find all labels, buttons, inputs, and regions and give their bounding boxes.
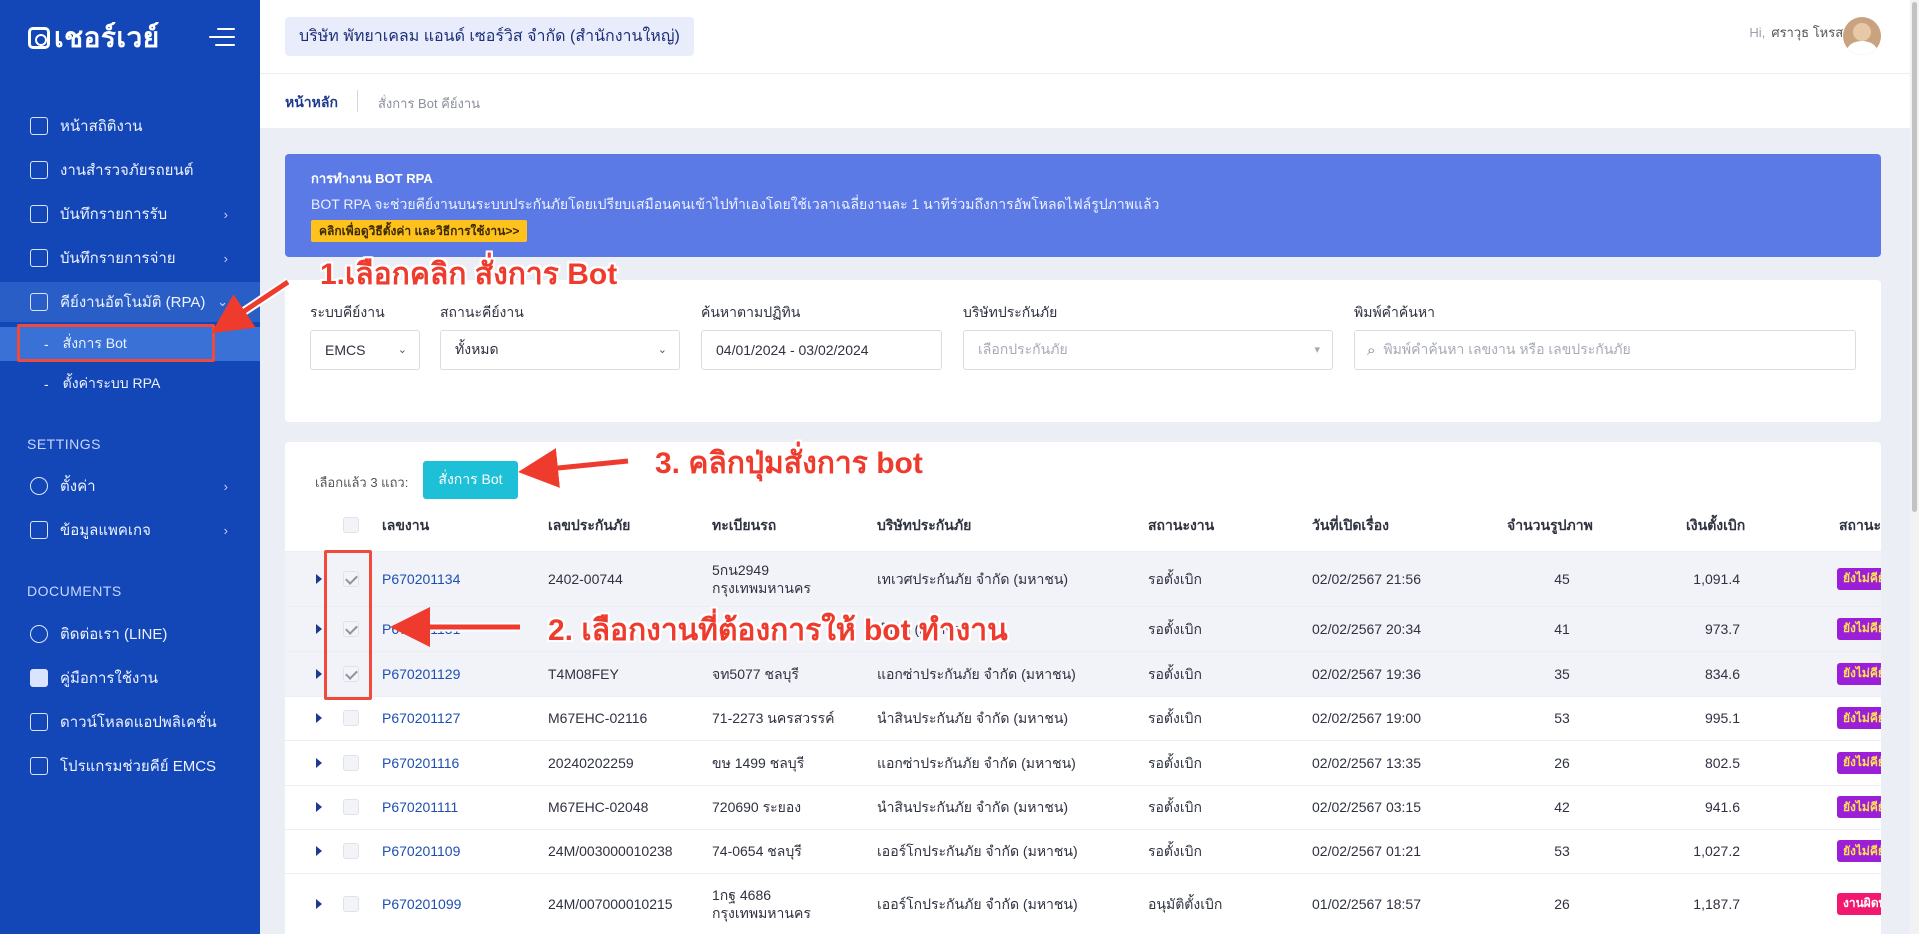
annotation-arrows xyxy=(211,278,629,647)
